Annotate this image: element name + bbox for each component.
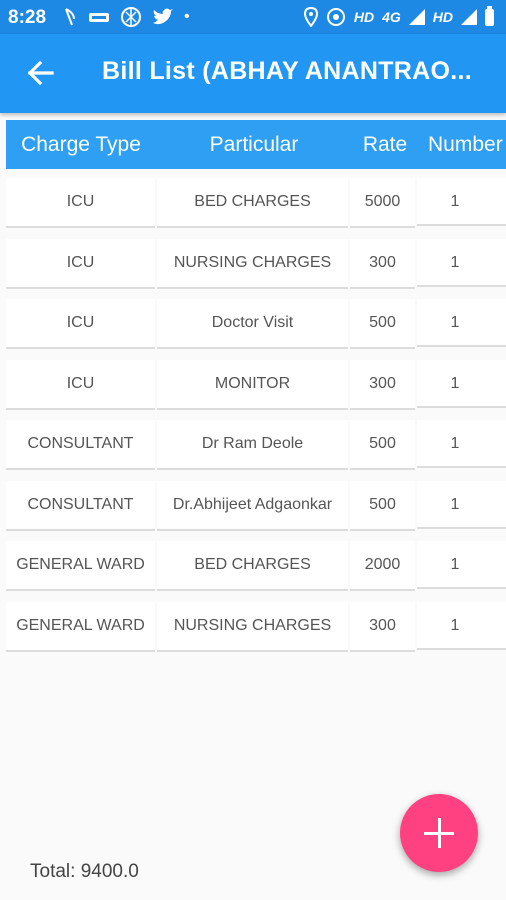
cell-rate: 5000 [350,178,415,228]
twitter-icon [153,8,173,25]
cell-rate: 500 [350,420,415,470]
table-row[interactable]: CONSULTANT Dr.Abhijeet Adgaonkar 500 1 [0,480,506,531]
header-number: Number [428,133,503,156]
add-charge-button[interactable] [400,794,478,872]
page-title: Bill List (ABHAY ANANTRAO... [102,57,472,85]
status-time: 8:28 [8,7,47,28]
cell-charge-type: GENERAL WARD [6,601,155,652]
location-icon [303,7,318,27]
hd-label-1: HD [353,9,375,25]
cell-rate: 300 [350,238,415,289]
cell-particular: Dr.Abhijeet Adgaonkar [157,480,348,531]
cell-particular: Doctor Visit [157,299,348,349]
cell-charge-type: CONSULTANT [6,480,155,531]
hd-label-2: HD [432,9,453,25]
cell-number: 1 [417,601,506,650]
cell-number: 1 [417,178,506,226]
table-row[interactable]: ICU MONITOR 300 1 [0,359,506,410]
cell-number: 1 [417,238,506,287]
table-row[interactable]: GENERAL WARD NURSING CHARGES 300 1 [0,601,506,652]
status-bar: 8:28 • HD 4G HD [0,0,506,34]
cell-charge-type: ICU [6,178,155,228]
cell-number: 1 [417,541,506,589]
header-rate: Rate [362,133,408,156]
moon-icon [65,8,75,26]
cell-rate: 300 [350,359,415,410]
dot-icon: • [184,8,190,25]
cell-number: 1 [417,420,506,468]
signal-icon-2 [461,9,477,25]
cell-charge-type: CONSULTANT [6,420,155,470]
table-row[interactable]: ICU NURSING CHARGES 300 1 [0,238,506,289]
signal-icon [408,9,425,25]
total-amount: Total: 9400.0 [30,861,139,882]
cell-charge-type: GENERAL WARD [6,541,155,591]
back-arrow-icon[interactable] [22,54,60,92]
cell-particular: MONITOR [157,359,348,410]
shutter-icon [121,7,141,27]
cell-number: 1 [417,480,506,529]
cell-rate: 500 [350,480,415,531]
cell-number: 1 [417,299,506,347]
header-charge-type: Charge Type [21,133,141,156]
hotspot-icon [326,8,345,26]
cell-particular: NURSING CHARGES [157,238,348,289]
app-icon [89,13,109,22]
battery-icon [485,5,494,26]
table-header: Charge Type Particular Rate Number [6,120,506,169]
cell-charge-type: ICU [6,238,155,289]
system-icons: HD 4G HD [303,5,494,27]
cell-rate: 300 [350,601,415,652]
cell-rate: 500 [350,299,415,349]
cell-particular: Dr Ram Deole [157,420,348,470]
header-particular: Particular [209,133,299,156]
table-row[interactable]: CONSULTANT Dr Ram Deole 500 1 [0,420,506,470]
cell-charge-type: ICU [6,299,155,349]
table-row[interactable]: GENERAL WARD BED CHARGES 2000 1 [0,541,506,591]
bill-table: ICU BED CHARGES 5000 1 ICU NURSING CHARG… [0,178,506,662]
table-row[interactable]: ICU BED CHARGES 5000 1 [0,178,506,228]
app-bar: Bill List (ABHAY ANANTRAO... [0,34,506,113]
notification-icons: • [62,6,190,28]
cell-particular: NURSING CHARGES [157,601,348,652]
cell-number: 1 [417,359,506,408]
network-label: 4G [382,9,401,25]
table-row[interactable]: ICU Doctor Visit 500 1 [0,299,506,349]
cell-particular: BED CHARGES [157,178,348,228]
cell-rate: 2000 [350,541,415,591]
cell-particular: BED CHARGES [157,541,348,591]
cell-charge-type: ICU [6,359,155,410]
